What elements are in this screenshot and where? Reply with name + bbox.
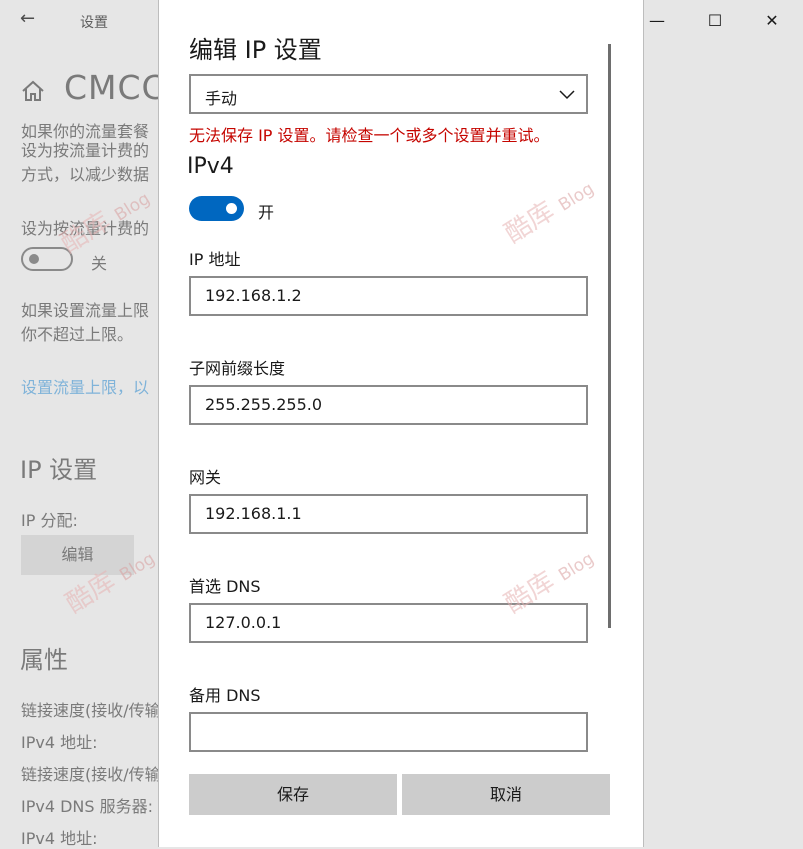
ip-assignment-label: IP 分配: [21, 511, 78, 530]
limit-desc-line1: 如果设置流量上限 [21, 301, 150, 320]
set-limit-link[interactable]: 设置流量上限，以 [21, 374, 149, 398]
prop-link-speed-2: 链接速度(接收/传输 [21, 765, 161, 784]
back-arrow-icon[interactable]: ← [20, 8, 35, 29]
metered-desc-line3: 方式，以减少数据 [21, 165, 150, 184]
gateway-field[interactable]: 192.168.1.1 [189, 494, 588, 534]
metered-toggle-label: 设为按流量计费的 [21, 219, 150, 238]
scrollbar[interactable] [608, 44, 611, 628]
alternate-dns-field[interactable] [189, 712, 588, 752]
edit-button[interactable]: 编辑 [21, 535, 134, 575]
save-button[interactable]: 保存 [189, 774, 397, 815]
home-icon [22, 80, 44, 101]
chevron-down-icon [559, 90, 575, 100]
prop-ipv4-address-2: IPv4 地址: [21, 829, 98, 848]
ipv4-toggle[interactable] [189, 196, 244, 221]
ip-address-field[interactable]: 192.168.1.2 [189, 276, 588, 316]
prop-ipv4-address: IPv4 地址: [21, 733, 98, 752]
network-name: CMCC [64, 68, 166, 107]
ip-mode-select[interactable]: 手动 [189, 74, 588, 114]
metered-toggle-state: 关 [91, 254, 108, 273]
ipv4-toggle-label: 开 [258, 203, 275, 222]
metered-desc-line2: 设为按流量计费的 [21, 141, 150, 160]
ipv4-heading: IPv4 [187, 154, 234, 179]
window-title: 设置 [80, 15, 108, 31]
gateway-label: 网关 [189, 468, 222, 487]
preferred-dns-label: 首选 DNS [189, 577, 261, 596]
preferred-dns-field[interactable]: 127.0.0.1 [189, 603, 588, 643]
cancel-button[interactable]: 取消 [402, 774, 610, 815]
watermark: 酷库 Blog [499, 178, 598, 250]
dialog-title: 编辑 IP 设置 [189, 36, 322, 64]
ip-settings-heading: IP 设置 [20, 456, 98, 484]
metered-toggle[interactable] [21, 247, 73, 271]
ip-mode-value: 手动 [205, 89, 238, 108]
limit-desc-line2: 你不超过上限。 [21, 325, 134, 344]
maximize-icon[interactable]: ☐ [695, 8, 735, 34]
close-icon[interactable]: ✕ [752, 8, 792, 34]
edit-ip-dialog: 编辑 IP 设置 手动 无法保存 IP 设置。请检查一个或多个设置并重试。 IP… [158, 0, 644, 847]
error-message: 无法保存 IP 设置。请检查一个或多个设置并重试。 [189, 126, 550, 145]
prop-ipv4-dns: IPv4 DNS 服务器: [21, 797, 154, 816]
ip-address-label: IP 地址 [189, 250, 241, 269]
properties-heading: 属性 [20, 646, 68, 674]
subnet-prefix-field[interactable]: 255.255.255.0 [189, 385, 588, 425]
prop-link-speed: 链接速度(接收/传输 [21, 701, 161, 720]
alternate-dns-label: 备用 DNS [189, 686, 261, 705]
subnet-prefix-label: 子网前缀长度 [189, 359, 286, 378]
